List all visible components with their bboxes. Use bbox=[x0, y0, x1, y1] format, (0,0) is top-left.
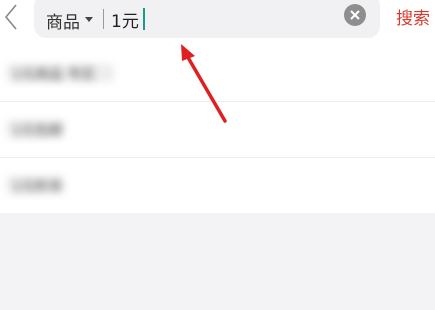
clear-circle-x-icon bbox=[350, 10, 360, 20]
suggestion-item[interactable]: 1元秒杀 bbox=[0, 158, 435, 213]
category-label: 商品 bbox=[46, 12, 80, 33]
back-button[interactable] bbox=[0, 2, 22, 32]
suggestion-item[interactable]: 1元商品 专区 bbox=[0, 46, 435, 102]
text-cursor bbox=[143, 8, 145, 30]
suggestion-label: 1元秒杀 bbox=[6, 176, 64, 194]
top-bar: 商品 搜索 bbox=[0, 0, 435, 46]
category-selector[interactable]: 商品 bbox=[46, 8, 94, 33]
suggestion-label: 1元包邮 bbox=[6, 120, 64, 138]
search-input[interactable] bbox=[111, 9, 143, 29]
search-button[interactable]: 搜索 bbox=[396, 4, 430, 30]
chevron-left-icon bbox=[4, 4, 17, 30]
suggestion-list: 1元商品 专区 1元包邮 1元秒杀 bbox=[0, 46, 435, 213]
clear-button[interactable] bbox=[344, 4, 366, 26]
caret-down-icon bbox=[84, 16, 94, 24]
suggestion-item[interactable]: 1元包邮 bbox=[0, 102, 435, 158]
divider bbox=[103, 9, 104, 29]
suggestion-label: 1元商品 专区 bbox=[6, 64, 114, 82]
search-field[interactable] bbox=[111, 7, 145, 31]
search-box: 商品 bbox=[34, 0, 380, 38]
